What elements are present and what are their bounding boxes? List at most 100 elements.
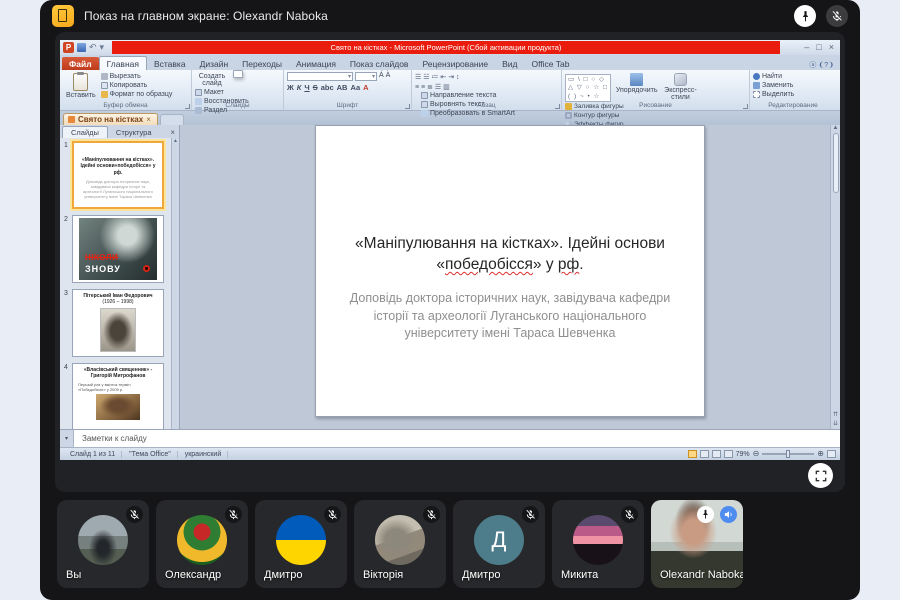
select-icon [753,91,760,98]
find-icon [753,73,760,80]
tab-file[interactable]: Файл [62,57,99,70]
thumbnail-4-photo [96,394,140,420]
thumbnail-2[interactable]: 2 НІКОЛИ ЗНОВУ [60,215,179,283]
paragraph-dialog-launcher[interactable] [555,104,560,109]
pane-scrollbar[interactable]: ▲ [171,138,179,429]
participant-tile-dmytro-1[interactable]: Дмитро [255,500,347,588]
expand-share-button[interactable] [808,463,833,488]
tab-insert[interactable]: Вставка [147,57,193,70]
layout-button[interactable]: Макет [195,89,249,96]
pane-tab-slides[interactable]: Слайды [62,126,108,138]
doc-tab-new[interactable] [160,114,184,125]
pane-close-icon[interactable]: × [166,128,179,138]
text-direction-button[interactable]: Направление текста [421,92,515,99]
arrange-button[interactable]: Упорядочить [613,72,661,95]
shrink-font-button[interactable]: А̀ [386,72,391,81]
help-icon[interactable]: ⓐ ❨?❩ [809,60,840,70]
doc-tab-active[interactable]: Свято на кістках × [63,113,158,125]
theme-name: "Тема Office" [123,451,178,458]
new-slide-button[interactable]: Создать слайд [195,72,229,88]
scroll-up-icon[interactable]: ▲ [833,125,839,131]
view-slideshow-button[interactable] [724,450,733,458]
slides-pane: Слайды Структура × 1 «Маніпулювання на к… [60,125,180,429]
font-dialog-launcher[interactable] [405,104,410,109]
tab-office-tab[interactable]: Office Tab [524,57,576,70]
change-case-button[interactable]: Аа [350,83,360,92]
undo-icon[interactable]: ↶ [89,43,97,52]
restore-button[interactable]: □ [816,43,821,52]
zoom-slider[interactable] [762,453,814,455]
language-indicator[interactable]: украинский [179,451,229,458]
slide-editing-area: «Маніпулювання на кістках». Ідейні основ… [180,125,840,429]
participant-tile-dmytro-2[interactable]: Д Дмитро [453,500,545,588]
find-button[interactable]: Найти [753,73,794,80]
strikethrough-button[interactable]: S [313,83,318,92]
vertical-scrollbar[interactable]: ▲ ⇈ ⇊ [830,125,840,429]
participant-tile-olexandr-naboka[interactable]: Olexandr Naboka [651,500,743,588]
save-icon[interactable] [77,43,86,52]
participant-tile-you[interactable]: Вы [57,500,149,588]
tab-transitions[interactable]: Переходы [235,57,289,70]
grow-font-button[interactable]: А́ [379,72,384,81]
shapes-gallery[interactable]: ▭ \ □ ○ ◇ △ ▽ ○ ☆ □ ( ) ~ • ☆ [565,74,611,102]
next-slide-button[interactable]: ⇊ [833,420,838,427]
font-size-select[interactable]: ▾ [355,72,377,81]
quick-styles-button[interactable]: Экспресс-стили [662,72,698,102]
current-slide[interactable]: «Маніпулювання на кістках». Ідейні основ… [315,125,705,417]
cut-button[interactable]: Вырезать [101,73,173,80]
doc-tab-close-icon[interactable]: × [146,115,151,124]
notes-splitter[interactable]: ▾ [60,430,74,447]
pin-button[interactable] [794,5,816,27]
copy-button[interactable]: Копировать [101,82,173,89]
spacing-button[interactable]: АВ [337,83,348,92]
minimize-button[interactable]: – [804,43,809,52]
qat-dropdown-icon[interactable]: ▾ [100,43,105,52]
tab-view[interactable]: Вид [495,57,524,70]
tab-home[interactable]: Главная [99,56,147,70]
fit-to-window-button[interactable] [827,450,836,458]
shadow-button[interactable]: abc [321,83,334,92]
notes-panel[interactable]: ▾ Заметки к слайду [60,429,840,447]
thumbnail-4[interactable]: 4 «Власівський священник» - Григорій Мит… [60,363,179,429]
thumbnail-2-photo: НІКОЛИ ЗНОВУ [79,218,157,280]
tab-review[interactable]: Рецензирование [415,57,495,70]
view-normal-button[interactable] [688,450,697,458]
tab-design[interactable]: Дизайн [193,57,236,70]
close-button[interactable]: × [829,43,834,52]
zoom-out-button[interactable]: ⊖ [753,450,760,458]
font-name-select[interactable]: ▾ [287,72,353,81]
drawing-dialog-launcher[interactable] [743,104,748,109]
thumbnail-1[interactable]: 1 «Маніпулювання на кістках». Ідейні осн… [60,141,179,209]
zoom-in-button[interactable]: ⊕ [817,450,824,458]
align-icons[interactable]: ≡ ≡ ≣ ☰ ▥ [415,83,460,91]
underline-button[interactable]: Ч [304,83,309,92]
avatar [375,515,425,565]
quick-access-toolbar[interactable]: P ↶ ▾ [60,42,104,53]
participant-name: Olexandr Naboka [660,569,743,581]
participant-tile-mykyta[interactable]: Микита [552,500,644,588]
list-indent-icons[interactable]: ☰ ☱ ≔ ⇤ ⇥ ↕ [415,73,460,81]
thumbnail-3[interactable]: 3 Пітерський Іван Федорович (1926 – 1998… [60,289,179,357]
screen-share-stage: P ↶ ▾ Свято на кістках - Microsoft Power… [55,32,845,492]
tab-slideshow[interactable]: Показ слайдов [343,57,416,70]
scrollbar-thumb[interactable] [833,133,839,193]
zoom-slider-thumb[interactable] [786,450,790,458]
format-painter-button[interactable]: Формат по образцу [101,91,173,98]
tab-animations[interactable]: Анимация [289,57,343,70]
mic-muted-button[interactable] [826,5,848,27]
view-sorter-button[interactable] [700,450,709,458]
select-button[interactable]: Выделить [753,91,794,98]
italic-button[interactable]: К [297,83,302,92]
shape-outline-button[interactable]: Контур фигуры [565,112,624,119]
participant-tile-oleksandr[interactable]: Олександр [156,500,248,588]
smartart-button[interactable]: Преобразовать в SmartArt [421,110,515,117]
bold-button[interactable]: Ж [287,83,294,92]
previous-slide-button[interactable]: ⇈ [833,411,838,418]
paste-button[interactable]: Вставить [63,72,99,100]
participant-tile-viktoria[interactable]: Вікторія [354,500,446,588]
font-color-button[interactable]: А [363,83,368,92]
view-reading-button[interactable] [712,450,721,458]
clipboard-dialog-launcher[interactable] [185,104,190,109]
pane-tab-outline[interactable]: Структура [108,127,160,138]
replace-button[interactable]: Заменить [753,82,794,89]
